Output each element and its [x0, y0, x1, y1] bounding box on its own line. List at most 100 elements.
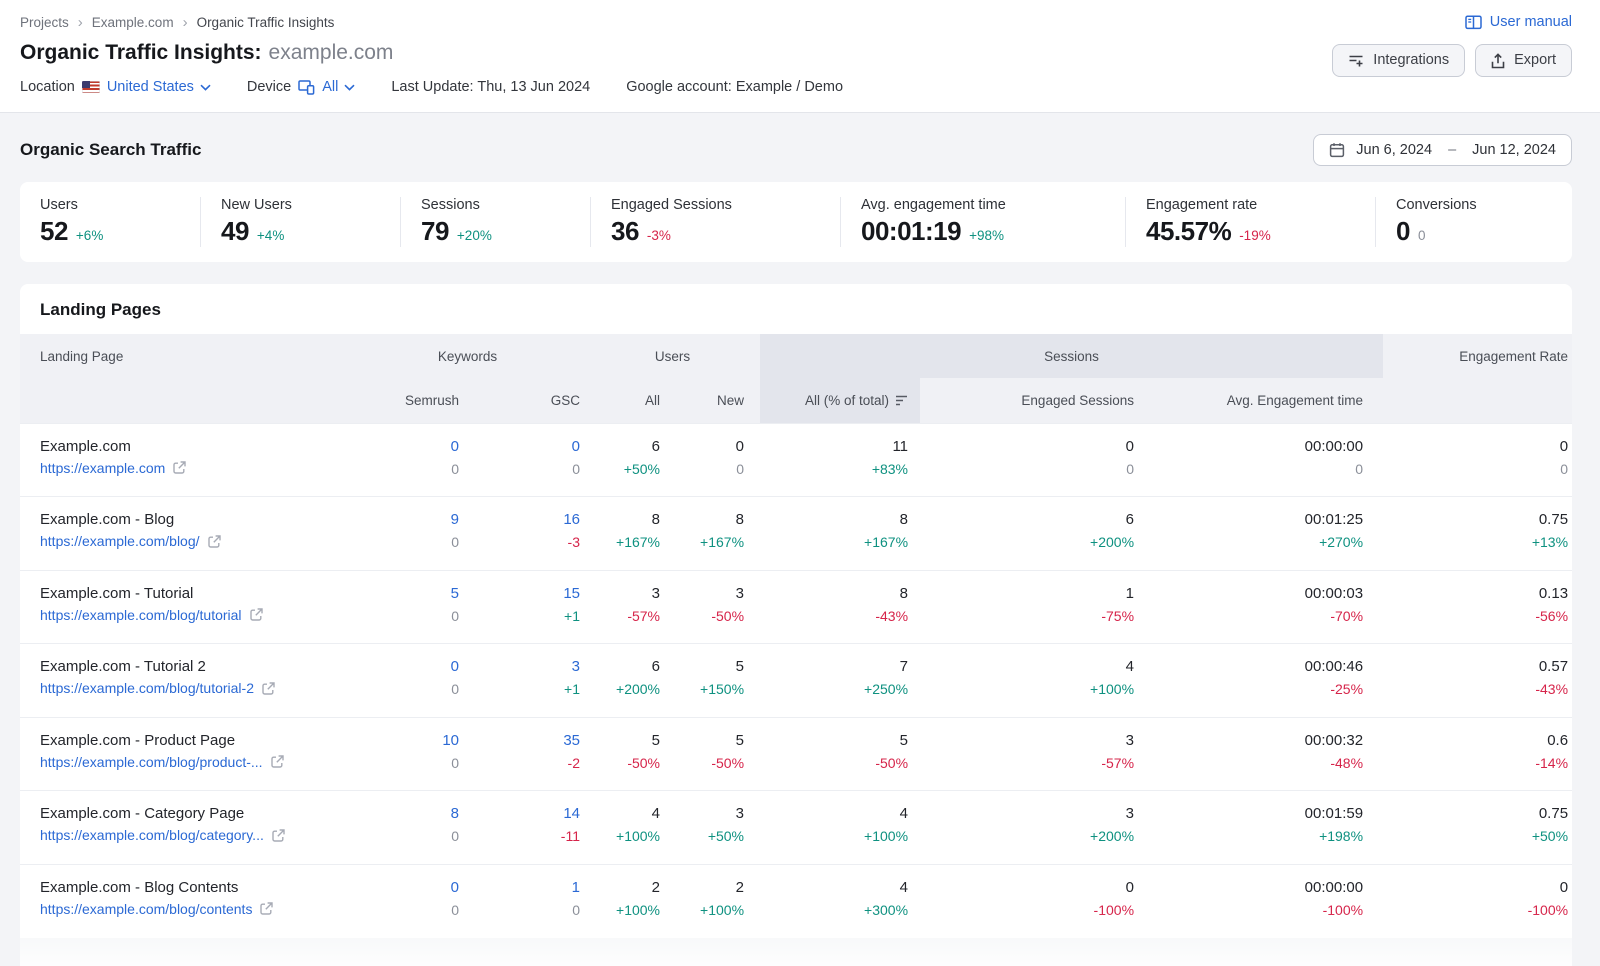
landing-page-url[interactable]: https://example.com/blog/contents [40, 901, 252, 917]
cell-gsc-value[interactable]: 1 [466, 877, 580, 898]
column-avg-engagement-time[interactable]: Avg. Engagement time [1140, 378, 1383, 423]
metric: Engagement rate45.57%-19% [1125, 197, 1375, 247]
landing-page-url[interactable]: https://example.com/blog/product-... [40, 754, 263, 770]
cell-users-all-value: 6 [586, 656, 660, 677]
cell-avg-engagement-time-value: 00:00:32 [1141, 730, 1363, 751]
device-label: Device [247, 79, 291, 95]
column-group-sessions: Sessions [760, 334, 1383, 378]
cell-gsc: 3+1 [465, 644, 585, 718]
table-row: Example.com - Tutorialhttps://example.co… [20, 570, 1572, 644]
cell-gsc-value[interactable]: 35 [466, 730, 580, 751]
column-sessions-all[interactable]: All (% of total) [760, 378, 920, 423]
cell-gsc-value[interactable]: 16 [466, 509, 580, 530]
external-link-icon[interactable] [262, 682, 275, 695]
cell-gsc-diff: -2 [466, 751, 580, 775]
cell-engaged-sessions: 3-57% [920, 717, 1140, 791]
table-row: Example.com - Tutorial 2 https://example.… [20, 644, 1572, 718]
date-range-picker[interactable]: Jun 6, 2024 – Jun 12, 2024 [1313, 134, 1572, 166]
cell-avg-engagement-time-value: 00:00:00 [1141, 877, 1363, 898]
list-plus-icon [1348, 53, 1364, 68]
cell-semrush-diff: 0 [351, 604, 459, 628]
cell-semrush-value[interactable]: 10 [351, 730, 459, 751]
column-engagement-rate[interactable]: Engagement Rate [1383, 334, 1572, 423]
cell-avg-engagement-time-diff: -70% [1141, 604, 1363, 628]
location-selector[interactable]: Location United States [20, 79, 211, 95]
table-row: Example.com - Category Pagehttps://examp… [20, 791, 1572, 865]
column-landing-page[interactable]: Landing Page [20, 334, 350, 423]
date-to: Jun 12, 2024 [1472, 142, 1556, 158]
date-from: Jun 6, 2024 [1356, 142, 1432, 158]
cell-engaged-sessions-value: 3 [921, 803, 1134, 824]
column-group-users: Users [585, 334, 760, 378]
cell-sessions-all-value: 4 [761, 877, 908, 898]
cell-engagement-rate-diff: +13% [1384, 530, 1568, 554]
integrations-button[interactable]: Integrations [1332, 44, 1465, 77]
device-selector[interactable]: Device All [247, 79, 355, 95]
cell-users-new-value: 3 [666, 583, 744, 604]
cell-avg-engagement-time: 00:01:59+198% [1140, 791, 1383, 865]
landing-page-name: Example.com - Tutorial 2 [40, 656, 349, 677]
cell-users-all-diff: -57% [586, 604, 660, 628]
metric-diff: 0 [1418, 228, 1426, 243]
cell-engagement-rate: 0.13-56% [1383, 570, 1572, 644]
landing-page-url[interactable]: https://example.com/blog/category... [40, 827, 264, 843]
cell-users-all-value: 2 [586, 877, 660, 898]
cell-engagement-rate-diff: 0 [1384, 457, 1568, 481]
cell-users-new-diff: +167% [666, 530, 744, 554]
landing-page-url[interactable]: https://example.com/blog/ [40, 533, 200, 549]
landing-page-url[interactable]: https://example.com/blog/tutorial-2 [40, 680, 254, 696]
cell-engaged-sessions: 00 [920, 423, 1140, 497]
cell-gsc: 16-3 [465, 497, 585, 571]
cell-landing-page: Example.com - Bloghttps://example.com/bl… [20, 497, 350, 571]
cell-semrush-value[interactable]: 0 [351, 436, 459, 457]
external-link-icon[interactable] [272, 829, 285, 842]
user-manual-link[interactable]: User manual [1465, 14, 1572, 30]
cell-gsc-value[interactable]: 3 [466, 656, 580, 677]
table-row: Example.com - Product Page https://exampl… [20, 717, 1572, 791]
metric: Avg. engagement time00:01:19+98% [840, 197, 1125, 247]
external-link-icon[interactable] [260, 902, 273, 915]
cell-users-all: 6+50% [585, 423, 665, 497]
breadcrumb-item[interactable]: Projects [20, 15, 69, 30]
meta-row: Location United States Device All Last U… [20, 79, 1572, 95]
external-link-icon[interactable] [173, 461, 186, 474]
cell-sessions-all-diff: +250% [761, 677, 908, 701]
cell-avg-engagement-time-value: 00:00:00 [1141, 436, 1363, 457]
column-semrush[interactable]: Semrush [350, 378, 465, 423]
landing-page-name: Example.com - Product Page [40, 730, 349, 751]
external-link-icon[interactable] [250, 608, 263, 621]
cell-gsc-value[interactable]: 15 [466, 583, 580, 604]
cell-semrush-value[interactable]: 8 [351, 803, 459, 824]
book-icon [1465, 15, 1482, 30]
export-button[interactable]: Export [1475, 44, 1572, 77]
cell-semrush-value[interactable]: 0 [351, 877, 459, 898]
cell-sessions-all: 5-50% [760, 717, 920, 791]
metric-label: Engaged Sessions [611, 197, 832, 213]
external-link-icon[interactable] [271, 755, 284, 768]
cell-users-new-diff: -50% [666, 751, 744, 775]
cell-sessions-all-value: 8 [761, 583, 908, 604]
column-users-new[interactable]: New [665, 378, 760, 423]
column-gsc[interactable]: GSC [465, 378, 585, 423]
location-value: United States [107, 79, 194, 95]
cell-users-all-diff: +50% [586, 457, 660, 481]
cell-gsc: 15+1 [465, 570, 585, 644]
cell-semrush-value[interactable]: 9 [351, 509, 459, 530]
column-engaged-sessions[interactable]: Engaged Sessions [920, 378, 1140, 423]
external-link-icon[interactable] [208, 535, 221, 548]
table-header: Landing Page Keywords Users Sessions Eng… [20, 334, 1572, 423]
metric-diff: +20% [457, 228, 492, 243]
sort-descending-icon [895, 395, 908, 406]
landing-page-url[interactable]: https://example.com/blog/tutorial [40, 607, 242, 623]
cell-gsc-value[interactable]: 0 [466, 436, 580, 457]
cell-semrush-value[interactable]: 5 [351, 583, 459, 604]
landing-page-url[interactable]: https://example.com [40, 460, 165, 476]
column-users-all[interactable]: All [585, 378, 665, 423]
cell-avg-engagement-time: 00:00:000 [1140, 423, 1383, 497]
breadcrumb-item[interactable]: Example.com [92, 15, 174, 30]
cell-users-all-diff: +100% [586, 898, 660, 922]
metric-diff: -19% [1239, 228, 1271, 243]
cell-gsc-value[interactable]: 14 [466, 803, 580, 824]
cell-semrush-value[interactable]: 0 [351, 656, 459, 677]
cell-sessions-all-diff: -43% [761, 604, 908, 628]
